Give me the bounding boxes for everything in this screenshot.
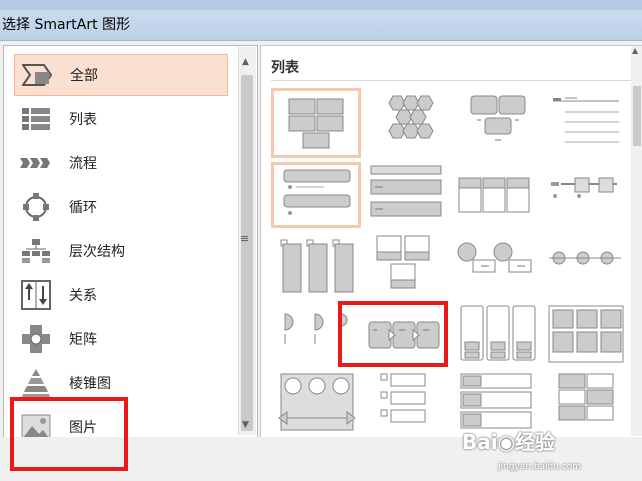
hexagon-cluster-tile[interactable]: [374, 92, 456, 154]
category-relationship[interactable]: 关系: [14, 274, 228, 316]
watermark: Bai◉经验 jingyan.baidu.com: [462, 426, 638, 476]
list-icon: [19, 104, 53, 134]
highlight-box-picture: [10, 397, 128, 471]
scroll-up-icon[interactable]: ▲: [632, 46, 638, 55]
category-label: 关系: [69, 288, 97, 304]
cycle-icon: [19, 192, 53, 222]
stacked-list-tile[interactable]: [369, 164, 451, 226]
category-list-item[interactable]: 列表: [14, 98, 228, 140]
category-hierarchy[interactable]: 层次结构: [14, 230, 228, 272]
scroll-thumb[interactable]: [241, 75, 253, 431]
category-list: 全部 列表 流程 循环 层次结构 关系 矩阵 棱锥图 图片 ▲ ▼: [3, 45, 258, 440]
block-grid-list-tile[interactable]: [547, 372, 629, 434]
relationship-icon: [19, 280, 53, 310]
category-label: 循环: [69, 200, 97, 216]
lined-list-tile[interactable]: [547, 92, 629, 154]
watermark-brand2: 经验: [515, 430, 556, 454]
watermark-url: jingyan.baidu.com: [498, 462, 582, 472]
all-icon: [20, 60, 54, 90]
category-label: 层次结构: [69, 244, 125, 260]
bullet-box-list-tile[interactable]: [369, 372, 451, 434]
title-picture-list-tile[interactable]: [547, 304, 629, 366]
title-bar: 选择 SmartArt 图形: [0, 0, 642, 41]
vertical-bullet-list-tile[interactable]: [271, 162, 361, 228]
layout-gallery: 列表: [260, 45, 642, 438]
gallery-scrollbar[interactable]: ▲: [631, 46, 642, 436]
grouped-list-tile[interactable]: [277, 236, 359, 298]
highlight-box-layout: [338, 301, 448, 367]
category-label: 矩阵: [69, 332, 97, 348]
scroll-down-icon[interactable]: ▼: [242, 420, 249, 430]
category-matrix[interactable]: 矩阵: [14, 318, 228, 360]
category-label: 列表: [69, 112, 97, 128]
scroll-up-icon[interactable]: ▲: [242, 57, 249, 67]
vertical-box-list-tile[interactable]: [457, 304, 539, 366]
window-title: 选择 SmartArt 图形: [2, 17, 131, 33]
circle-label-list-tile[interactable]: [457, 236, 539, 298]
category-label: 流程: [69, 156, 97, 172]
category-all[interactable]: 全部: [14, 54, 228, 96]
watermark-brand: Bai: [462, 430, 498, 454]
circle-line-list-tile[interactable]: [547, 236, 629, 298]
picture-caption-list-tile[interactable]: [369, 234, 451, 296]
process-icon: [19, 148, 53, 178]
stacked-table-list-tile[interactable]: [457, 372, 539, 434]
circle-arrow-list-tile[interactable]: [277, 372, 359, 434]
divider: [271, 80, 633, 81]
category-cycle[interactable]: 循环: [14, 186, 228, 228]
pyramid-icon: [19, 368, 53, 398]
ribbon-strip: [0, 0, 642, 10]
table-list-tile[interactable]: [547, 164, 629, 226]
category-label: 棱锥图: [69, 376, 111, 392]
category-process[interactable]: 流程: [14, 142, 228, 184]
hierarchy-icon: [19, 236, 53, 266]
paw-icon: ◉: [497, 430, 516, 454]
horizontal-bullet-list-tile[interactable]: [457, 164, 539, 226]
matrix-icon: [19, 324, 53, 354]
splitter-grip-icon[interactable]: ≡: [240, 232, 249, 245]
category-label: 全部: [70, 68, 98, 84]
basic-block-list-tile[interactable]: [271, 88, 361, 158]
scroll-thumb[interactable]: [633, 86, 641, 146]
section-title: 列表: [271, 60, 299, 76]
picture-list-tile[interactable]: [457, 92, 539, 154]
